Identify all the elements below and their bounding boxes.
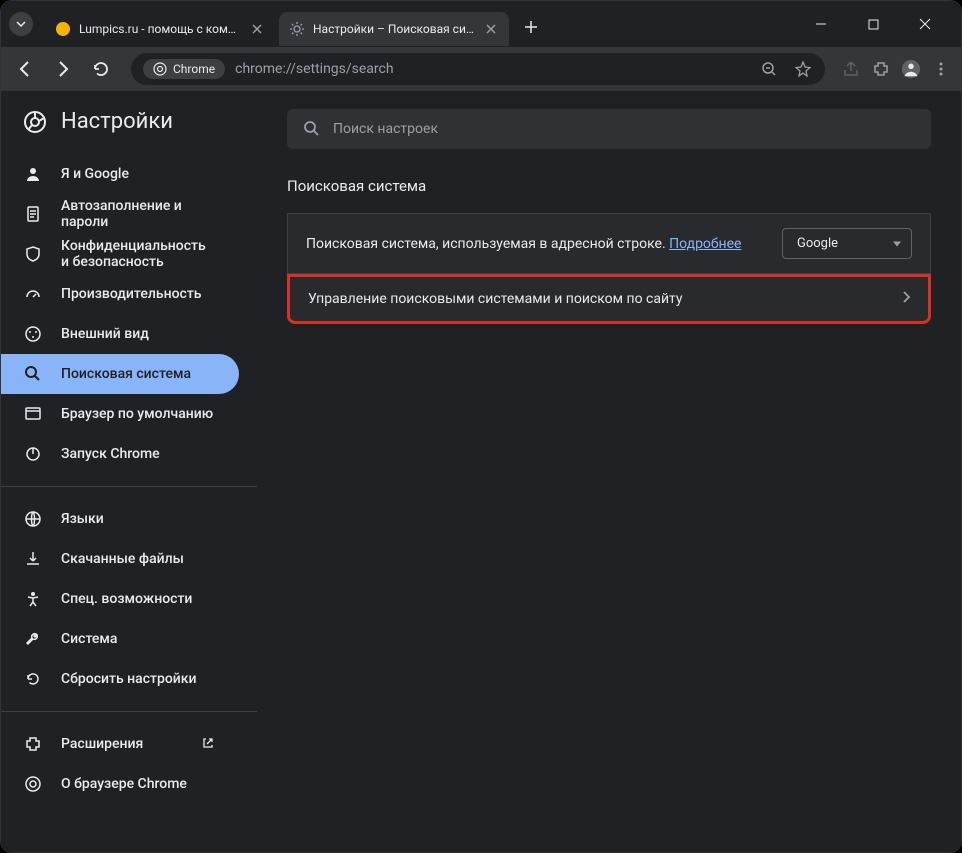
sidebar: Настройки Я и Google Автозаполнение и па… xyxy=(1,91,257,852)
sidebar-item-languages[interactable]: Языки xyxy=(1,499,239,539)
browser-icon xyxy=(23,404,43,424)
sidebar-item-startup[interactable]: Запуск Chrome xyxy=(1,434,239,474)
speedometer-icon xyxy=(23,284,43,304)
share-icon[interactable] xyxy=(841,59,861,79)
chrome-icon xyxy=(23,774,43,794)
window-maximize[interactable] xyxy=(853,8,893,40)
separator xyxy=(1,711,257,712)
sidebar-item-search-engine[interactable]: Поисковая система xyxy=(1,354,239,394)
sidebar-item-appearance[interactable]: Внешний вид xyxy=(1,314,239,354)
external-link-icon xyxy=(201,736,217,752)
window-minimize[interactable] xyxy=(801,8,841,40)
titlebar: Lumpics.ru - помощь с компью Настройки –… xyxy=(1,1,961,47)
sidebar-item-extensions[interactable]: Расширения xyxy=(1,724,239,764)
chevron-down-icon xyxy=(16,19,26,29)
search-settings-bar[interactable] xyxy=(287,109,931,149)
download-icon xyxy=(23,549,43,569)
chrome-logo-icon xyxy=(23,110,47,134)
address-bar[interactable]: Chrome chrome://settings/search xyxy=(131,53,825,85)
row-text: Управление поисковыми системами и поиско… xyxy=(308,291,890,307)
globe-icon xyxy=(23,509,43,529)
tab-lumpics[interactable]: Lumpics.ru - помощь с компью xyxy=(45,12,275,46)
search-icon xyxy=(303,120,321,138)
tab-title: Настройки – Поисковая систем xyxy=(313,22,475,36)
accessibility-icon xyxy=(23,589,43,609)
shield-icon xyxy=(23,244,43,264)
sidebar-item-you-and-google[interactable]: Я и Google xyxy=(1,154,239,194)
close-icon[interactable] xyxy=(483,21,499,37)
search-engine-dropdown[interactable]: Google xyxy=(782,228,912,259)
main-content: Поисковая система Поисковая система, исп… xyxy=(257,91,961,852)
wrench-icon xyxy=(23,629,43,649)
reset-icon xyxy=(23,669,43,689)
chrome-label: Chrome xyxy=(173,62,215,76)
power-icon xyxy=(23,444,43,464)
close-icon[interactable] xyxy=(249,21,265,37)
url-text: chrome://settings/search xyxy=(235,61,749,77)
sidebar-item-performance[interactable]: Производительность xyxy=(1,274,239,314)
row-text: Поисковая система, используемая в адресн… xyxy=(306,236,762,252)
person-icon xyxy=(23,164,43,184)
sidebar-item-downloads[interactable]: Скачанные файлы xyxy=(1,539,239,579)
reload-button[interactable] xyxy=(87,55,115,83)
tab-title: Lumpics.ru - помощь с компью xyxy=(79,22,241,36)
search-settings-input[interactable] xyxy=(333,121,915,137)
back-button[interactable] xyxy=(11,55,39,83)
forward-button[interactable] xyxy=(49,55,77,83)
sidebar-item-default-browser[interactable]: Браузер по умолчанию xyxy=(1,394,239,434)
settings-title: Настройки xyxy=(61,109,173,134)
tab-settings[interactable]: Настройки – Поисковая систем xyxy=(279,12,509,46)
new-tab-button[interactable] xyxy=(517,13,545,41)
sidebar-item-system[interactable]: Система xyxy=(1,619,239,659)
zoom-icon[interactable] xyxy=(759,59,779,79)
gear-icon xyxy=(289,21,305,37)
profile-icon[interactable] xyxy=(901,59,921,79)
plus-icon xyxy=(524,20,538,34)
extensions-icon[interactable] xyxy=(871,59,891,79)
toolbar: Chrome chrome://settings/search xyxy=(1,47,961,91)
chrome-chip: Chrome xyxy=(143,59,225,79)
sidebar-item-reset[interactable]: Сбросить настройки xyxy=(1,659,239,699)
search-engine-row: Поисковая система, используемая в адресн… xyxy=(287,213,931,274)
manage-search-engines-row[interactable]: Управление поисковыми системами и поиско… xyxy=(287,274,931,324)
sidebar-item-privacy[interactable]: Конфиденциальность и безопасность xyxy=(1,234,239,274)
favicon-lumpics xyxy=(55,21,71,37)
learn-more-link[interactable]: Подробнее xyxy=(669,236,741,252)
sidebar-item-autofill[interactable]: Автозаполнение и пароли xyxy=(1,194,239,234)
clipboard-icon xyxy=(23,204,43,224)
chrome-icon xyxy=(153,62,167,76)
bookmark-icon[interactable] xyxy=(793,59,813,79)
separator xyxy=(1,486,257,487)
section-title: Поисковая система xyxy=(287,177,931,195)
sidebar-item-accessibility[interactable]: Спец. возможности xyxy=(1,579,239,619)
sidebar-item-about[interactable]: О браузере Chrome xyxy=(1,764,239,804)
palette-icon xyxy=(23,324,43,344)
tabs-dropdown[interactable] xyxy=(9,12,33,36)
puzzle-icon xyxy=(23,734,43,754)
chevron-right-icon xyxy=(902,291,910,307)
window-close[interactable] xyxy=(905,8,945,40)
settings-header: Настройки xyxy=(1,109,257,154)
search-icon xyxy=(23,364,43,384)
menu-icon[interactable] xyxy=(931,59,951,79)
